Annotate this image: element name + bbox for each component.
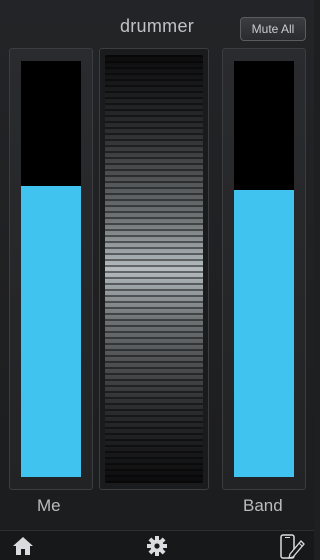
device-edit-button[interactable] [278,534,305,559]
band-meter-panel [222,48,306,490]
gear-icon [147,536,167,556]
band-level-fill [234,190,294,477]
mixer-screen: drummer Mute All Me Band [0,0,314,560]
me-level-meter[interactable] [21,61,81,477]
band-level-meter[interactable] [234,61,294,477]
me-meter-panel [9,48,93,490]
bottom-toolbar [0,530,314,560]
me-label: Me [37,496,61,515]
band-label: Band [243,496,283,515]
me-level-fill [21,186,81,477]
settings-button[interactable] [144,534,170,558]
phone-edit-icon [280,534,305,559]
mute-all-button[interactable]: Mute All [240,17,306,41]
home-button[interactable] [10,534,36,558]
balance-wheel[interactable] [105,55,203,483]
balance-wheel-panel [99,48,209,490]
home-icon [13,537,33,555]
